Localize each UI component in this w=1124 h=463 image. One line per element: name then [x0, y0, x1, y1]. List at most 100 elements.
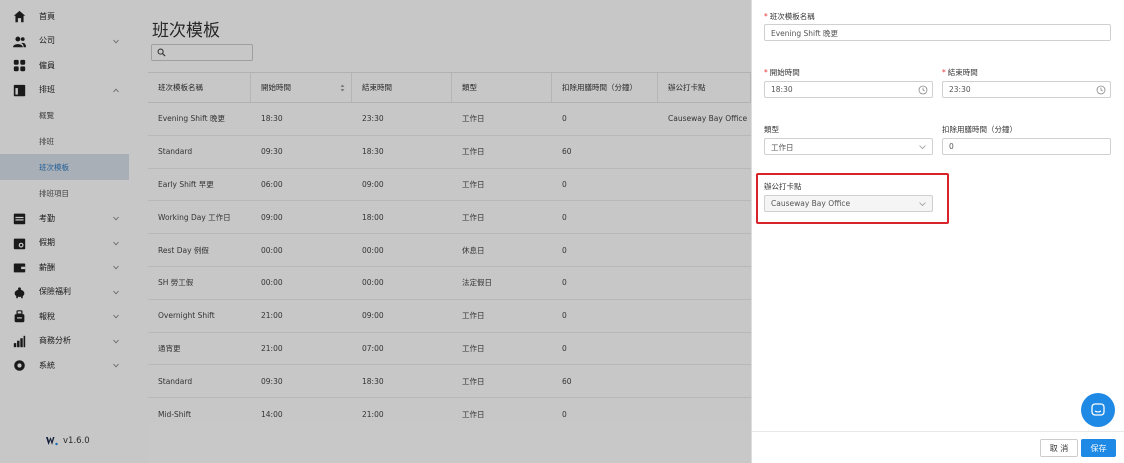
- cell-meal-break: 0: [562, 179, 567, 189]
- column-header-office-checkpoint[interactable]: 辦公打卡點: [658, 73, 751, 102]
- cell-meal-break: 0: [562, 343, 567, 353]
- cell-office-checkpoint: [658, 300, 751, 332]
- chat-icon: [1091, 403, 1105, 416]
- save-button[interactable]: 保存: [1081, 439, 1116, 457]
- table-row[interactable]: Evening Shift 晚更 18:30 23:30 工作日 0 Causeway B…: [148, 103, 751, 136]
- sidebar-item-insurance[interactable]: 保險福利: [0, 280, 129, 305]
- cell-office-checkpoint: [658, 169, 751, 201]
- table-header: 班次模板名稱 開始時間 結束時間 類型 扣除用膳時間（分鐘） 辦公打卡點: [148, 72, 751, 103]
- table-row[interactable]: Overnight Shift 21:00 09:00 工作日 0: [148, 300, 751, 333]
- column-header-label: 扣除用膳時間（分鐘）: [562, 83, 637, 92]
- piggy-bank-icon: [13, 286, 26, 299]
- brand-logo-icon: [46, 436, 58, 446]
- table-row[interactable]: Standard 09:30 18:30 工作日 60: [148, 136, 751, 169]
- cell-type: 工作日: [462, 147, 485, 157]
- sidebar-subitem-label: 排班: [39, 136, 54, 146]
- search-icon: [157, 48, 166, 57]
- chevron-down-icon: [113, 241, 119, 246]
- sidebar-item-analytics[interactable]: 商務分析: [0, 329, 129, 354]
- drawer-footer: 取 消 保存: [752, 431, 1124, 463]
- sidebar-item-label: 考勤: [39, 213, 55, 223]
- wallet-icon: [13, 261, 26, 274]
- sidebar-item-label: 排班: [39, 85, 55, 95]
- shift-name-field[interactable]: Evening Shift 晚更: [764, 24, 1111, 41]
- cell-start-time: 09:00: [261, 212, 283, 222]
- sidebar-subitem-overview[interactable]: 概覽: [0, 102, 129, 128]
- meal-break-label: 扣除用膳時間（分鐘）: [942, 125, 1017, 134]
- cell-name: Evening Shift 晚更: [158, 114, 225, 124]
- cell-start-time: 00:00: [261, 278, 283, 288]
- calendar-icon: [13, 212, 26, 225]
- chevron-down-icon: [113, 314, 119, 319]
- cell-name: Early Shift 早更: [158, 179, 214, 189]
- chat-support-button[interactable]: [1081, 393, 1115, 427]
- end-time-label-text: 結束時間: [947, 68, 978, 77]
- end-time-picker[interactable]: 23:30: [942, 81, 1111, 98]
- sidebar-item-payroll[interactable]: 薪酬: [0, 255, 129, 280]
- sidebar-subitem-schedule-items[interactable]: 排班項目: [0, 180, 129, 206]
- cell-meal-break: 0: [562, 245, 567, 255]
- search-box[interactable]: [151, 44, 253, 61]
- column-header-label: 類型: [462, 83, 477, 92]
- home-icon: [13, 10, 26, 23]
- shift-name-label: * 班次模板名稱: [764, 11, 815, 22]
- tax-icon: [13, 310, 26, 323]
- chevron-down-icon: [113, 290, 119, 295]
- sort-icon[interactable]: [340, 84, 345, 92]
- sidebar-item-label: 保險福利: [39, 287, 71, 297]
- cancel-button[interactable]: 取 消: [1040, 439, 1078, 457]
- cell-start-time: 21:00: [261, 343, 283, 353]
- column-header-label: 辦公打卡點: [668, 83, 706, 92]
- cell-name: SH 勞工假: [158, 278, 194, 288]
- search-input[interactable]: [168, 46, 248, 59]
- office-checkpoint-value: Causeway Bay Office: [771, 199, 851, 208]
- sidebar-item-employees[interactable]: 僱員: [0, 53, 129, 78]
- cell-meal-break: 0: [562, 278, 567, 288]
- cell-type: 工作日: [462, 114, 485, 124]
- sidebar-item-leave[interactable]: 假期: [0, 231, 129, 256]
- column-header-type[interactable]: 類型: [452, 73, 552, 102]
- table-row[interactable]: Working Day 工作日 09:00 18:00 工作日 0: [148, 201, 751, 235]
- sidebar-item-attendance[interactable]: 考勤: [0, 206, 129, 231]
- sidebar-item-label: 系統: [39, 360, 55, 370]
- start-time-picker[interactable]: 18:30: [764, 81, 933, 98]
- end-time-value: 23:30: [949, 85, 971, 94]
- table-row[interactable]: 通宵更 21:00 07:00 工作日 0: [148, 333, 751, 366]
- table-row[interactable]: Standard 09:30 18:30 工作日 60: [148, 365, 751, 399]
- sidebar-item-scheduling[interactable]: 排班: [0, 78, 129, 103]
- office-checkpoint-select[interactable]: Causeway Bay Office: [764, 195, 933, 212]
- start-time-label-text: 開始時間: [769, 68, 800, 77]
- table-footer-area: [148, 422, 751, 463]
- chevron-down-icon: [113, 216, 119, 221]
- cell-start-time: 06:00: [261, 179, 283, 189]
- table-row[interactable]: Rest Day 例假 00:00 00:00 休息日 0: [148, 234, 751, 267]
- sidebar-subitem-shift-templates[interactable]: 班次模板: [0, 154, 129, 180]
- cell-meal-break: 0: [562, 311, 567, 321]
- meal-break-input[interactable]: 0: [942, 138, 1111, 155]
- cell-office-checkpoint: [658, 333, 751, 365]
- sidebar-subitem-label: 排班項目: [39, 188, 69, 198]
- cell-type: 工作日: [462, 311, 485, 321]
- required-marker: *: [942, 68, 946, 77]
- sidebar: 首頁 公司 僱員 排班 概覽 排班 班次模板 排班項目 考勤 假期 薪酬 保險福…: [0, 0, 129, 463]
- chevron-down-icon: [113, 363, 119, 368]
- table-row[interactable]: SH 勞工假 00:00 00:00 法定假日 0: [148, 267, 751, 300]
- cell-office-checkpoint: [658, 201, 751, 233]
- cell-office-checkpoint: [658, 365, 751, 397]
- column-header-name[interactable]: 班次模板名稱: [148, 73, 251, 102]
- sidebar-item-home[interactable]: 首頁: [0, 4, 129, 29]
- sidebar-item-tax[interactable]: 報稅: [0, 304, 129, 329]
- sidebar-subitem-schedule[interactable]: 排班: [0, 128, 129, 154]
- column-header-label: 開始時間: [261, 83, 291, 92]
- shift-template-table: 班次模板名稱 開始時間 結束時間 類型 扣除用膳時間（分鐘） 辦公打卡點 Eve…: [148, 72, 751, 431]
- sidebar-item-company[interactable]: 公司: [0, 29, 129, 54]
- sidebar-item-system[interactable]: 系統: [0, 353, 129, 378]
- column-header-start-time[interactable]: 開始時間: [251, 73, 352, 102]
- table-row[interactable]: Early Shift 早更 06:00 09:00 工作日 0: [148, 169, 751, 202]
- column-header-end-time[interactable]: 結束時間: [352, 73, 452, 102]
- shift-name-value: Evening Shift 晚更: [771, 29, 838, 38]
- type-select[interactable]: 工作日: [764, 138, 933, 155]
- column-header-meal-break[interactable]: 扣除用膳時間（分鐘）: [552, 73, 658, 102]
- office-checkpoint-label: 辦公打卡點: [764, 182, 802, 191]
- clock-icon: [1096, 85, 1106, 95]
